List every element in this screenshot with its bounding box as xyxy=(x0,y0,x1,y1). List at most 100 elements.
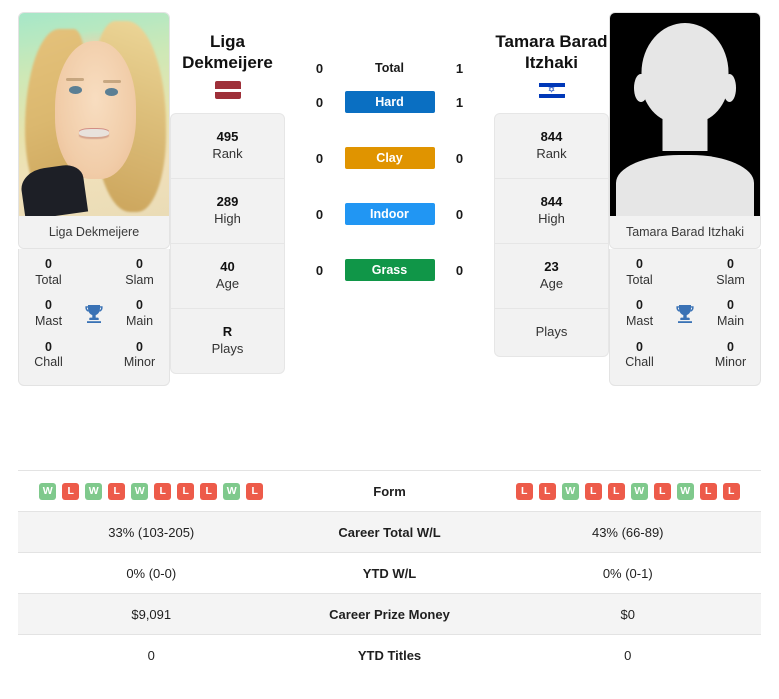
right-ytd-wl: 0% (0-1) xyxy=(602,565,653,581)
right-player-photo-card: Tamara Barad Itzhaki xyxy=(609,12,761,249)
row-label-ytd-wl: YTD W/L xyxy=(362,565,417,581)
left-career-prize-money: $9,091 xyxy=(131,606,172,622)
right-player-titles-card: 0 Total 0 Slam 0 Mast 0 Main 0 Chall 0 M… xyxy=(609,249,761,386)
h2h-total-label: Total xyxy=(375,61,404,75)
silhouette-body xyxy=(616,155,754,216)
h2h-hard-right-count: 1 xyxy=(455,94,464,110)
left-player-name-line2: Dekmeijere xyxy=(182,52,273,72)
form-badge-l: L xyxy=(699,482,717,500)
right-player-photo-caption: Tamara Barad Itzhaki xyxy=(610,216,760,248)
h2h-row-total: 0 Total 1 xyxy=(291,12,488,76)
silhouette-neck xyxy=(662,106,708,152)
left-player-photo xyxy=(19,13,169,216)
left-player-photo-card: Liga Dekmeijere xyxy=(18,12,170,249)
right-titles-chall: 0 Chall xyxy=(614,336,665,375)
h2h-row-clay: 0 Clay 0 xyxy=(291,130,488,186)
left-stat-high-value: 289 xyxy=(216,194,239,210)
form-badge-l: L xyxy=(177,482,195,500)
right-player-flag-wrap: ✡ xyxy=(494,73,609,113)
left-player-flag-wrap xyxy=(170,73,285,113)
photo-mouth xyxy=(79,128,109,137)
form-badge-w: W xyxy=(131,482,149,500)
right-career-total-wl: 43% (66-89) xyxy=(591,524,664,540)
photo-brow-left xyxy=(65,77,84,81)
left-player-name-line1: Liga xyxy=(210,32,245,51)
left-titles-total: 0 Total xyxy=(23,253,74,292)
right-player-name-line1: Tamara Barad xyxy=(495,32,608,51)
table-row-ytd-wl: 0% (0-0) YTD W/L 0% (0-1) xyxy=(18,552,761,593)
h2h-clay-right-count: 0 xyxy=(455,150,464,166)
left-titles-mast-label: Mast xyxy=(34,313,63,328)
right-titles-mast-value: 0 xyxy=(636,298,643,313)
left-titles-main: 0 Main xyxy=(114,294,165,333)
left-titles-minor: 0 Minor xyxy=(114,336,165,375)
right-stat-rank: 844 Rank xyxy=(495,114,608,180)
right-stat-high-label: High xyxy=(538,211,565,227)
left-player-photo-caption: Liga Dekmeijere xyxy=(19,216,169,248)
left-titles-chall: 0 Chall xyxy=(23,336,74,375)
right-stat-high: 844 High xyxy=(495,179,608,245)
left-titles-slam: 0 Slam xyxy=(114,253,165,292)
photo-face xyxy=(55,41,136,180)
h2h-grass-right-count: 0 xyxy=(455,262,464,278)
left-titles-mast: 0 Mast xyxy=(23,294,74,333)
left-stat-plays-label: Plays xyxy=(211,340,244,356)
right-titles-chall-value: 0 xyxy=(636,339,643,354)
h2h-row-grass: 0 Grass 0 xyxy=(291,242,488,298)
left-titles-main-value: 0 xyxy=(136,298,143,313)
comparison-header: Liga Dekmeijere 0 Total 0 Slam 0 Mast 0 … xyxy=(0,0,779,470)
left-stat-plays-value: R xyxy=(222,323,233,339)
right-stat-age-label: Age xyxy=(539,275,564,291)
trophy-icon xyxy=(665,302,705,326)
left-player-titles-card: 0 Total 0 Slam 0 Mast 0 Main 0 Chall 0 M… xyxy=(18,249,170,386)
head-to-head-surfaces: 0 Total 1 0 Hard 1 0 Clay 0 0 Indoor 0 0 xyxy=(285,12,494,470)
h2h-total-right-count: 1 xyxy=(455,60,464,76)
right-player-stat-boxes: 844 Rank 844 High 23 Age Plays xyxy=(494,113,609,357)
right-stat-rank-label: Rank xyxy=(536,146,567,162)
right-stat-high-value: 844 xyxy=(540,194,563,210)
form-badge-l: L xyxy=(108,482,126,500)
right-player-name-line2: Itzhaki xyxy=(525,52,578,72)
table-row-career-total-wl: 33% (103-205) Career Total W/L 43% (66-8… xyxy=(18,511,761,552)
h2h-total-left-count: 0 xyxy=(315,60,324,76)
player-comparison-page: Liga Dekmeijere 0 Total 0 Slam 0 Mast 0 … xyxy=(0,0,779,699)
h2h-indoor-label: Indoor xyxy=(344,203,435,225)
trophy-icon xyxy=(74,302,114,326)
left-player-stats-column: Liga Dekmeijere 495 Rank 289 High 40 Age… xyxy=(170,12,285,470)
h2h-clay-label: Clay xyxy=(344,147,435,169)
right-stat-age: 23 Age xyxy=(495,244,608,309)
right-titles-total-value: 0 xyxy=(636,257,643,271)
left-stat-rank-value: 495 xyxy=(216,129,239,145)
right-titles-slam: 0 Slam xyxy=(705,253,756,292)
left-stat-high: 289 High xyxy=(171,179,284,245)
right-stat-age-value: 23 xyxy=(544,259,559,275)
right-titles-main: 0 Main xyxy=(705,294,756,333)
row-label-career-total-wl: Career Total W/L xyxy=(338,524,441,540)
right-stat-plays-label: Plays xyxy=(535,323,568,339)
form-badge-l: L xyxy=(538,482,556,500)
h2h-grass-left-count: 0 xyxy=(315,262,324,278)
h2h-hard-label: Hard xyxy=(344,91,435,113)
israel-flag-icon: ✡ xyxy=(538,81,565,100)
h2h-hard-left-count: 0 xyxy=(315,94,324,110)
left-form-cell: WLWLWLLLWL xyxy=(18,474,285,509)
form-badge-l: L xyxy=(584,482,602,500)
left-form-strip: WLWLWLLLWL xyxy=(22,482,281,500)
left-titles-total-label: Total xyxy=(35,272,62,287)
left-ytd-titles: 0 xyxy=(147,647,155,663)
right-ytd-titles: 0 xyxy=(624,647,632,663)
right-titles-main-label: Main xyxy=(716,313,745,328)
left-stat-age: 40 Age xyxy=(171,244,284,309)
right-stat-rank-value: 844 xyxy=(540,129,563,145)
right-player-photo xyxy=(610,13,760,216)
form-badge-l: L xyxy=(515,482,533,500)
form-badge-l: L xyxy=(653,482,671,500)
h2h-grass-label: Grass xyxy=(344,259,435,281)
right-stat-plays: Plays xyxy=(495,309,608,356)
form-badge-l: L xyxy=(200,482,218,500)
form-badge-l: L xyxy=(246,482,264,500)
form-badge-l: L xyxy=(62,482,80,500)
form-badge-w: W xyxy=(85,482,103,500)
left-player-photo-column: Liga Dekmeijere 0 Total 0 Slam 0 Mast 0 … xyxy=(18,12,170,470)
h2h-row-indoor: 0 Indoor 0 xyxy=(291,186,488,242)
